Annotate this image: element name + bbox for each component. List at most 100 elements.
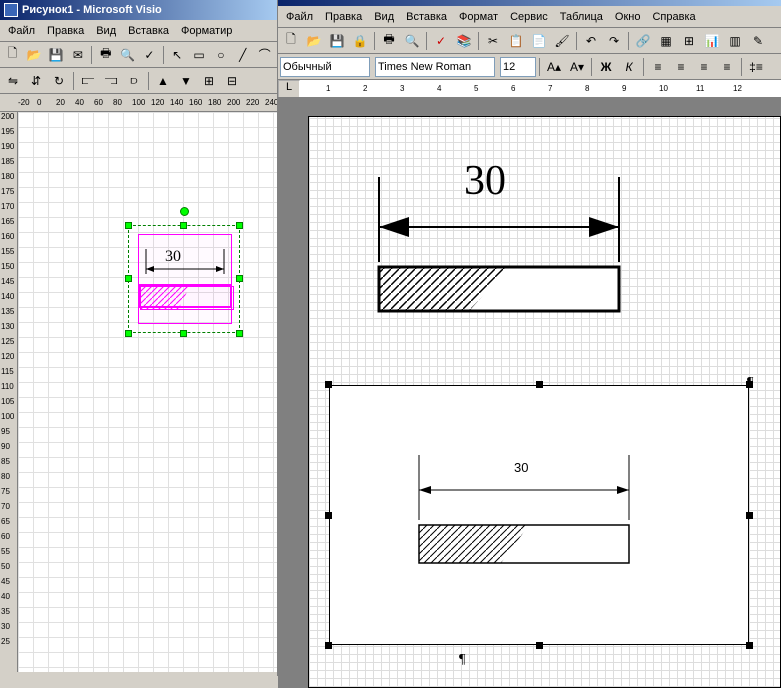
font-select[interactable]: Times New Roman	[375, 57, 495, 77]
menu-window[interactable]: Окно	[609, 9, 647, 25]
hyperlink-icon[interactable]: 🔗	[632, 30, 654, 52]
menu-view[interactable]: Вид	[90, 23, 122, 39]
drawing-icon[interactable]: ✎	[747, 30, 769, 52]
open-icon[interactable]: 📂	[303, 30, 325, 52]
align-left-icon[interactable]: ≡	[647, 56, 669, 78]
ungroup-icon[interactable]: ⊟	[221, 70, 243, 92]
new-icon[interactable]: 🗋	[2, 44, 23, 66]
resize-handle-w[interactable]	[125, 275, 132, 282]
preview-icon[interactable]: 🔍	[401, 30, 423, 52]
word-toolbar-standard: 🗋 📂 💾 🔒 🖶 🔍 ✓ 📚 ✂ 📋 📄 🖌 ↶ ↷ 🔗 ▦ ⊞ 📊 ▥ ✎	[278, 28, 781, 54]
menu-edit[interactable]: Правка	[319, 9, 368, 25]
flip-h-icon[interactable]: ⇋	[2, 70, 24, 92]
word-page: 30	[308, 116, 781, 688]
canvas-handle-s[interactable]	[536, 642, 543, 649]
menu-file[interactable]: Файл	[2, 23, 41, 39]
menu-edit[interactable]: Правка	[41, 23, 90, 39]
group-icon[interactable]: ⊞	[198, 70, 220, 92]
canvas-handle-n[interactable]	[536, 381, 543, 388]
canvas-handle-nw[interactable]	[325, 381, 332, 388]
bold-icon[interactable]: Ж	[595, 56, 617, 78]
ellipse-icon[interactable]: ○	[210, 44, 231, 66]
menu-view[interactable]: Вид	[368, 9, 400, 25]
visio-title: Рисунок1 - Microsoft Visio	[22, 4, 162, 16]
permission-icon[interactable]: 🔒	[349, 30, 371, 52]
shrink-font-icon[interactable]: A▾	[566, 56, 588, 78]
line-spacing-icon[interactable]: ‡≡	[745, 56, 767, 78]
spell-icon[interactable]: ✓	[139, 44, 160, 66]
visio-toolbar-2: ⇋ ⇵ ↻ ⫍ ⫎ ⫐ ▲ ▼ ⊞ ⊟	[0, 68, 277, 94]
save-icon[interactable]: 💾	[326, 30, 348, 52]
resize-handle-e[interactable]	[236, 275, 243, 282]
word-drawing-canvas[interactable]: 30	[329, 385, 749, 645]
tables-icon[interactable]: ▦	[655, 30, 677, 52]
resize-handle-se[interactable]	[236, 330, 243, 337]
insert-table-icon[interactable]: ⊞	[678, 30, 700, 52]
new-icon[interactable]: 🗋	[280, 30, 302, 52]
paragraph-mark-icon: ¶	[459, 652, 465, 668]
align-right-icon[interactable]: ⫐	[123, 70, 145, 92]
menu-insert[interactable]: Вставка	[400, 9, 453, 25]
print-icon[interactable]: 🖶	[378, 30, 400, 52]
canvas-handle-sw[interactable]	[325, 642, 332, 649]
font-size-select[interactable]: 12	[500, 57, 536, 77]
undo-icon[interactable]: ↶	[580, 30, 602, 52]
cut-icon[interactable]: ✂	[482, 30, 504, 52]
resize-handle-s[interactable]	[180, 330, 187, 337]
resize-handle-n[interactable]	[180, 222, 187, 229]
word-toolbar-formatting: Обычный Times New Roman 12 A▴ A▾ Ж К ≡ ≡…	[278, 54, 781, 80]
preview-icon[interactable]: 🔍	[117, 44, 138, 66]
canvas-handle-w[interactable]	[325, 512, 332, 519]
align-left-icon[interactable]: ⫍	[77, 70, 99, 92]
style-select[interactable]: Обычный	[280, 57, 370, 77]
send-back-icon[interactable]: ▼	[175, 70, 197, 92]
rotate-icon[interactable]: ↻	[48, 70, 70, 92]
menu-table[interactable]: Таблица	[554, 9, 609, 25]
columns-icon[interactable]: ▥	[724, 30, 746, 52]
redo-icon[interactable]: ↷	[603, 30, 625, 52]
word-menubar: Файл Правка Вид Вставка Формат Сервис Та…	[278, 6, 781, 28]
menu-tools[interactable]: Сервис	[504, 9, 554, 25]
resize-handle-sw[interactable]	[125, 330, 132, 337]
rect-icon[interactable]: ▭	[189, 44, 210, 66]
bring-front-icon[interactable]: ▲	[152, 70, 174, 92]
word-ruler-horizontal[interactable]: L 123456789101112	[278, 80, 781, 98]
visio-titlebar: Рисунок1 - Microsoft Visio	[0, 0, 277, 20]
format-painter-icon[interactable]: 🖌	[551, 30, 573, 52]
italic-icon[interactable]: К	[618, 56, 640, 78]
canvas-handle-e[interactable]	[746, 512, 753, 519]
save-icon[interactable]: 💾	[46, 44, 67, 66]
copy-icon[interactable]: 📋	[505, 30, 527, 52]
word-document-area[interactable]: 30	[278, 98, 781, 688]
open-icon[interactable]: 📂	[24, 44, 45, 66]
menu-help[interactable]: Справка	[646, 9, 701, 25]
tab-selector[interactable]: L	[278, 80, 300, 98]
excel-icon[interactable]: 📊	[701, 30, 723, 52]
print-icon[interactable]: 🖶	[95, 44, 116, 66]
align-right-icon[interactable]: ≡	[693, 56, 715, 78]
visio-grid	[18, 112, 277, 672]
pointer-icon[interactable]: ↖	[167, 44, 188, 66]
spell-icon[interactable]: ✓	[430, 30, 452, 52]
align-center-icon[interactable]: ⫎	[100, 70, 122, 92]
align-center-icon[interactable]: ≡	[670, 56, 692, 78]
align-justify-icon[interactable]: ≡	[716, 56, 738, 78]
flip-v-icon[interactable]: ⇵	[25, 70, 47, 92]
rotation-handle[interactable]	[180, 207, 189, 216]
research-icon[interactable]: 📚	[453, 30, 475, 52]
menu-format[interactable]: Формат	[453, 9, 504, 25]
resize-handle-nw[interactable]	[125, 222, 132, 229]
menu-format[interactable]: Форматир	[175, 23, 238, 39]
mail-icon[interactable]: ✉	[68, 44, 89, 66]
line-icon[interactable]: ╱	[232, 44, 253, 66]
paste-icon[interactable]: 📄	[528, 30, 550, 52]
resize-handle-ne[interactable]	[236, 222, 243, 229]
menu-insert[interactable]: Вставка	[122, 23, 175, 39]
menu-file[interactable]: Файл	[280, 9, 319, 25]
arc-icon[interactable]: ⌒	[254, 44, 275, 66]
visio-rect-shape[interactable]	[138, 284, 232, 308]
grow-font-icon[interactable]: A▴	[543, 56, 565, 78]
canvas-handle-se[interactable]	[746, 642, 753, 649]
visio-canvas[interactable]: 2001951901851801751701651601551501451401…	[0, 112, 277, 672]
visio-ruler-horizontal: -20020406080100120140160180200220240	[0, 94, 277, 112]
